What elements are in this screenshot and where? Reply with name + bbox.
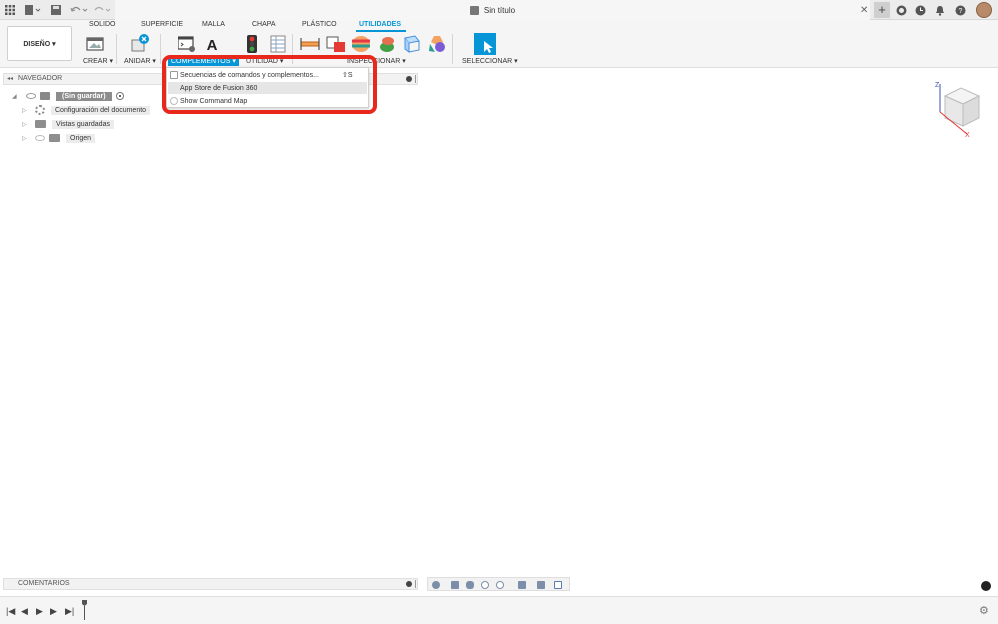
- viewports-icon[interactable]: [554, 581, 562, 589]
- svg-text:?: ?: [958, 8, 962, 15]
- grid-settings-icon[interactable]: [537, 581, 545, 589]
- timeline: |◀ ◀ ▶ ▶ ▶| ⚙: [0, 596, 998, 624]
- browser-item-label: Origen: [66, 133, 96, 143]
- navigator-menu-icon[interactable]: [406, 76, 412, 82]
- folder-icon: [49, 134, 60, 142]
- step-back-icon[interactable]: ◀: [21, 606, 28, 617]
- play-icon[interactable]: ▶: [36, 606, 43, 617]
- document-tab[interactable]: Sin título: [115, 0, 870, 20]
- file-icon[interactable]: [24, 3, 42, 17]
- svg-text:A: A: [207, 37, 218, 53]
- navigator-title: NAVEGADOR: [18, 75, 63, 82]
- create-box-icon[interactable]: [86, 35, 104, 53]
- activate-radio-icon[interactable]: [115, 92, 124, 100]
- visibility-eye-icon[interactable]: [26, 93, 36, 99]
- expand-triangle-icon[interactable]: ▷: [22, 121, 30, 128]
- fusion-status-icon[interactable]: [981, 581, 991, 591]
- zebra-icon[interactable]: [378, 35, 396, 53]
- nest-icon[interactable]: [131, 33, 149, 52]
- tab-malla[interactable]: MALLA: [202, 21, 225, 28]
- section-analysis-icon[interactable]: [403, 35, 421, 53]
- divider: [452, 34, 453, 64]
- resize-handle[interactable]: [415, 580, 417, 588]
- measure-icon[interactable]: [300, 35, 320, 53]
- viewcube[interactable]: Z X: [935, 82, 985, 139]
- new-tab-button[interactable]: +: [874, 2, 890, 18]
- z-axis-label: Z: [935, 82, 940, 89]
- workspace-switcher-button[interactable]: DISEÑO ▾: [7, 26, 72, 61]
- tab-superficie[interactable]: SUPERFICIE: [141, 21, 183, 28]
- pan-icon[interactable]: [466, 581, 474, 589]
- expand-triangle-icon[interactable]: ▷: [22, 107, 30, 114]
- go-to-end-icon[interactable]: ▶|: [65, 606, 74, 617]
- resize-handle[interactable]: [415, 75, 417, 83]
- traffic-light-icon[interactable]: [245, 35, 263, 53]
- visibility-eye-icon[interactable]: [35, 135, 45, 141]
- redo-icon[interactable]: [93, 3, 111, 17]
- workspace-label: DISEÑO ▾: [23, 40, 56, 48]
- divider: [116, 34, 117, 64]
- clock-icon[interactable]: [914, 3, 926, 17]
- group-seleccionar[interactable]: SELECCIONAR ▾: [462, 57, 518, 65]
- go-to-start-icon[interactable]: |◀: [6, 606, 15, 617]
- highlight-annotation: [162, 55, 377, 114]
- display-settings-icon[interactable]: [518, 581, 526, 589]
- document-icon: [40, 92, 50, 100]
- close-icon[interactable]: ✕: [860, 5, 868, 16]
- active-tab-underline: [356, 30, 406, 32]
- title-bar: Sin título ✕ + ?: [0, 0, 998, 20]
- orbit-icon[interactable]: [432, 581, 440, 589]
- tab-plastico[interactable]: PLÁSTICO: [302, 21, 337, 28]
- tab-chapa[interactable]: CHAPA: [252, 21, 276, 28]
- group-crear[interactable]: CREAR ▾: [83, 57, 113, 65]
- collapse-icon[interactable]: ◂◂: [7, 75, 13, 82]
- browser-item-origin[interactable]: ▷ Origen: [22, 132, 96, 144]
- root-label: (Sin guardar): [56, 91, 112, 101]
- gear-icon: [35, 105, 45, 115]
- browser-item-saved-views[interactable]: ▷ Vistas guardadas: [22, 118, 114, 130]
- curvature-icon[interactable]: [351, 35, 370, 53]
- scripts-icon[interactable]: [177, 35, 196, 53]
- undo-icon[interactable]: [70, 3, 88, 17]
- save-icon[interactable]: [51, 3, 61, 17]
- expand-triangle-icon[interactable]: ▷: [22, 135, 30, 142]
- timeline-marker[interactable]: [82, 600, 87, 620]
- group-anidar[interactable]: ANIDAR ▾: [124, 57, 156, 65]
- fit-icon[interactable]: [496, 581, 504, 589]
- timeline-settings-icon[interactable]: ⚙: [979, 604, 989, 617]
- tab-solido[interactable]: SOLIDO: [89, 21, 115, 28]
- browser-item-document-settings[interactable]: ▷ Configuración del documento: [22, 104, 151, 116]
- color-shapes-icon[interactable]: [428, 35, 446, 53]
- step-forward-icon[interactable]: ▶: [50, 606, 57, 617]
- divider: [160, 34, 161, 64]
- bell-icon[interactable]: [934, 3, 946, 17]
- navigation-bar: [427, 577, 570, 591]
- grid-icon[interactable]: [4, 3, 16, 17]
- x-axis-label: X: [965, 132, 970, 139]
- browser-item-label: Vistas guardadas: [52, 119, 114, 129]
- table-icon[interactable]: [270, 35, 288, 53]
- look-at-icon[interactable]: [451, 581, 459, 589]
- collapse-triangle-icon[interactable]: ◢: [12, 93, 20, 100]
- app-store-icon[interactable]: A: [203, 35, 221, 54]
- document-cube-icon: [469, 5, 479, 15]
- browser-root[interactable]: ◢ (Sin guardar): [12, 90, 124, 102]
- tab-utilidades[interactable]: UTILIDADES: [359, 21, 401, 28]
- avatar[interactable]: [976, 2, 992, 18]
- comments-title: COMENTARIOS: [18, 580, 70, 587]
- comments-panel: COMENTARIOS: [3, 578, 418, 590]
- browser-item-label: Configuración del documento: [51, 105, 151, 115]
- zoom-icon[interactable]: [481, 581, 489, 589]
- folder-icon: [35, 120, 46, 128]
- comments-add-icon[interactable]: [406, 581, 412, 587]
- document-title: Sin título: [483, 5, 516, 15]
- extensions-icon[interactable]: [895, 3, 907, 17]
- select-icon[interactable]: [474, 33, 496, 55]
- help-icon[interactable]: ?: [954, 3, 966, 17]
- interference-icon[interactable]: [326, 35, 345, 53]
